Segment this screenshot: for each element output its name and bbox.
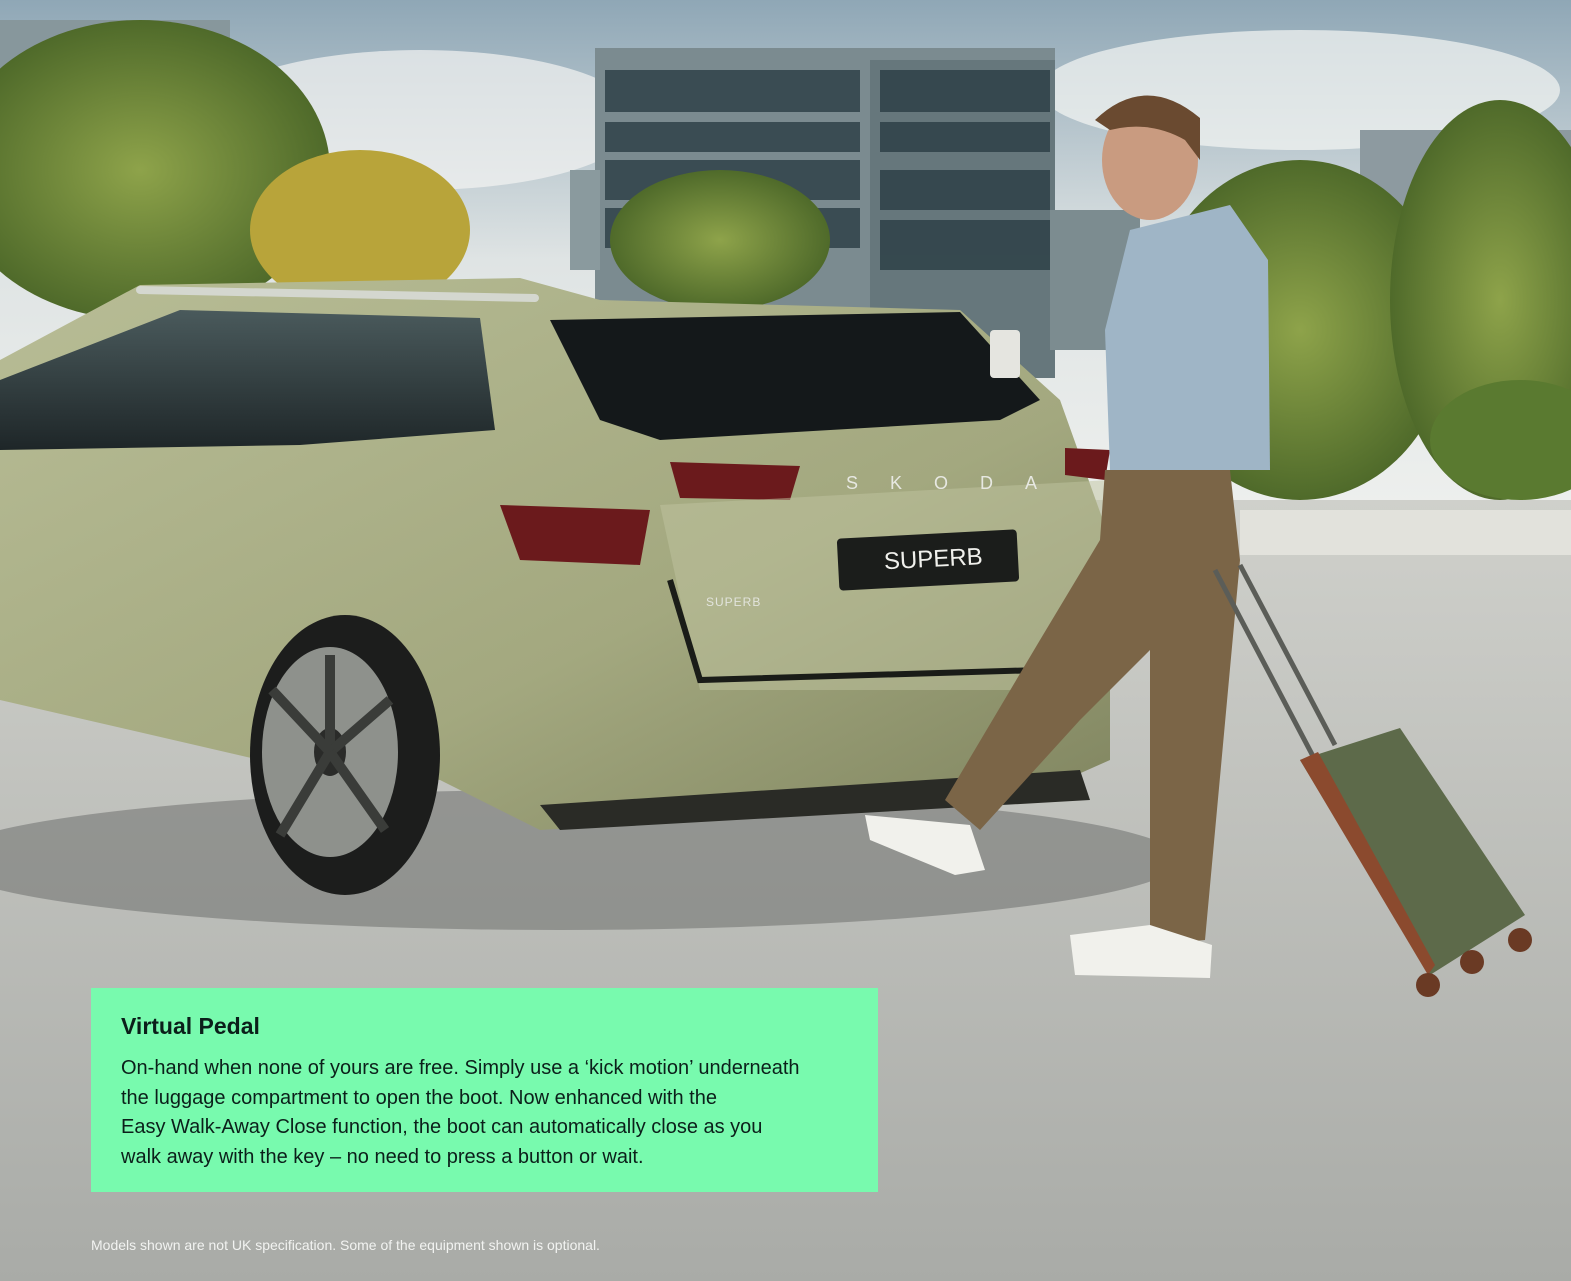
brand-lettering: SKODA [846,473,1069,493]
feature-callout-panel: Virtual Pedal On-hand when none of yours… [91,988,878,1192]
model-badge-text: SUPERB [706,595,761,609]
model-plate-text: SUPERB [883,543,983,575]
feature-title: Virtual Pedal [121,1013,260,1039]
feature-description: On-hand when none of yours are free. Sim… [121,1057,800,1168]
disclaimer-text: Models shown are not UK specification. S… [91,1237,600,1253]
rear-wheel [250,615,440,895]
